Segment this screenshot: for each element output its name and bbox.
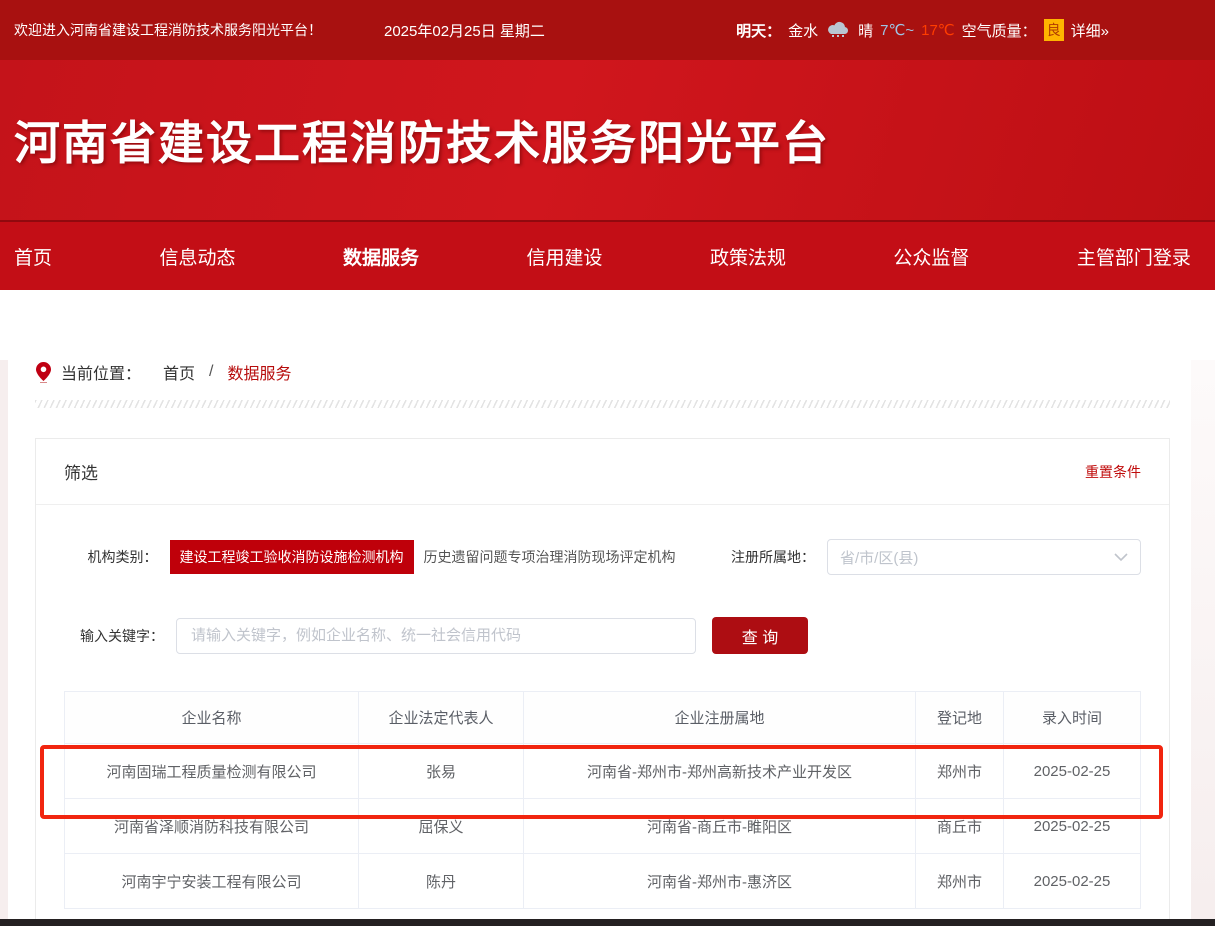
nav-item-2[interactable]: 数据服务 bbox=[343, 243, 419, 270]
weather-widget: 明天： 金水 晴 7℃~ 17℃ 空气质量： 良 详细» bbox=[736, 19, 1109, 41]
nav-item-4[interactable]: 政策法规 bbox=[710, 243, 786, 270]
air-quality-label: 空气质量： bbox=[962, 20, 1037, 41]
nav-item-5[interactable]: 公众监督 bbox=[893, 243, 969, 270]
breadcrumb: 当前位置： 首页 / 数据服务 bbox=[36, 360, 1215, 384]
welcome-text: 欢迎进入河南省建设工程消防技术服务阳光平台！ bbox=[14, 20, 322, 40]
filter-row-keyword: 输入关键字： 查 询 bbox=[64, 617, 1141, 654]
table-col-header: 录入时间 bbox=[1004, 692, 1141, 744]
table-row[interactable]: 河南固瑞工程质量检测有限公司张易河南省-郑州市-郑州高新技术产业开发区郑州市20… bbox=[65, 744, 1141, 799]
main-nav: 首页 信息动态 数据服务 信用建设 政策法规 公众监督 主管部门登录 bbox=[0, 220, 1215, 290]
breadcrumb-home[interactable]: 首页 bbox=[163, 360, 195, 384]
region-label: 注册所属地： bbox=[722, 547, 816, 567]
weather-temp-high: 17℃ bbox=[921, 21, 955, 39]
cloud-icon bbox=[825, 19, 851, 41]
footer-edge-bar bbox=[0, 919, 1215, 926]
filter-title: 筛选 bbox=[64, 459, 98, 484]
table-cell: 屈保义 bbox=[359, 799, 524, 854]
table-cell: 2025-02-25 bbox=[1004, 744, 1141, 799]
weather-detail-link[interactable]: 详细» bbox=[1071, 20, 1109, 41]
nav-item-0[interactable]: 首页 bbox=[14, 243, 52, 270]
category-chip-selected[interactable]: 建设工程竣工验收消防设施检测机构 bbox=[170, 540, 414, 574]
results-table: 企业名称企业法定代表人企业注册属地登记地录入时间 河南固瑞工程质量检测有限公司张… bbox=[64, 691, 1141, 909]
date-text: 2025年02月25日 星期二 bbox=[384, 20, 545, 41]
page-left-edge bbox=[0, 360, 8, 926]
table-cell: 河南固瑞工程质量检测有限公司 bbox=[65, 744, 359, 799]
table-header-row: 企业名称企业法定代表人企业注册属地登记地录入时间 bbox=[65, 692, 1141, 744]
weather-temp-low: 7℃~ bbox=[880, 21, 914, 39]
table-row[interactable]: 河南省泽顺消防科技有限公司屈保义河南省-商丘市-睢阳区商丘市2025-02-25 bbox=[65, 799, 1141, 854]
filter-row-category: 机构类别： 建设工程竣工验收消防设施检测机构 历史遗留问题专项治理消防现场评定机… bbox=[64, 539, 1141, 575]
region-select-placeholder: 省/市/区(县) bbox=[840, 547, 1114, 568]
weather-district: 金水 bbox=[788, 20, 818, 41]
divider-slashes bbox=[35, 400, 1170, 408]
nav-item-3[interactable]: 信用建设 bbox=[526, 243, 602, 270]
table-col-header: 登记地 bbox=[916, 692, 1004, 744]
air-quality-badge: 良 bbox=[1044, 19, 1064, 41]
filter-form: 机构类别： 建设工程竣工验收消防设施检测机构 历史遗留问题专项治理消防现场评定机… bbox=[36, 505, 1169, 654]
table-cell: 郑州市 bbox=[916, 854, 1004, 909]
search-button[interactable]: 查 询 bbox=[712, 617, 808, 654]
table-cell: 河南省-郑州市-郑州高新技术产业开发区 bbox=[524, 744, 916, 799]
reset-filters-link[interactable]: 重置条件 bbox=[1085, 462, 1141, 482]
table-cell: 河南省泽顺消防科技有限公司 bbox=[65, 799, 359, 854]
breadcrumb-current[interactable]: 数据服务 bbox=[227, 360, 291, 384]
table-cell: 商丘市 bbox=[916, 799, 1004, 854]
site-title: 河南省建设工程消防技术服务阳光平台 bbox=[0, 107, 830, 173]
table-cell: 2025-02-25 bbox=[1004, 799, 1141, 854]
table-cell: 张易 bbox=[359, 744, 524, 799]
region-select[interactable]: 省/市/区(县) bbox=[827, 539, 1141, 575]
table-cell: 河南宇宁安装工程有限公司 bbox=[65, 854, 359, 909]
site-banner: 河南省建设工程消防技术服务阳光平台 bbox=[0, 60, 1215, 220]
weather-tomorrow-label: 明天： bbox=[736, 20, 781, 41]
chevron-down-icon bbox=[1114, 553, 1128, 562]
nav-item-1[interactable]: 信息动态 bbox=[159, 243, 235, 270]
table-cell: 2025-02-25 bbox=[1004, 854, 1141, 909]
breadcrumb-label: 当前位置： bbox=[61, 360, 141, 384]
table-col-header: 企业注册属地 bbox=[524, 692, 916, 744]
category-label: 机构类别： bbox=[64, 547, 158, 567]
content-area: 当前位置： 首页 / 数据服务 筛选 重置条件 机构类别： 建设工程竣工验收消防… bbox=[0, 360, 1215, 926]
table-cell: 郑州市 bbox=[916, 744, 1004, 799]
table-cell: 河南省-郑州市-惠济区 bbox=[524, 854, 916, 909]
filter-card-header: 筛选 重置条件 bbox=[36, 439, 1169, 505]
table-row[interactable]: 河南宇宁安装工程有限公司陈丹河南省-郑州市-惠济区郑州市2025-02-25 bbox=[65, 854, 1141, 909]
keyword-input[interactable] bbox=[176, 618, 696, 654]
location-pin-icon bbox=[36, 362, 51, 383]
weather-condition: 晴 bbox=[858, 20, 873, 41]
keyword-label: 输入关键字： bbox=[64, 626, 164, 646]
breadcrumb-separator: / bbox=[209, 363, 213, 381]
filter-card: 筛选 重置条件 机构类别： 建设工程竣工验收消防设施检测机构 历史遗留问题专项治… bbox=[35, 438, 1170, 926]
table-cell: 陈丹 bbox=[359, 854, 524, 909]
table-col-header: 企业名称 bbox=[65, 692, 359, 744]
top-info-bar: 欢迎进入河南省建设工程消防技术服务阳光平台！ 2025年02月25日 星期二 明… bbox=[0, 0, 1215, 60]
table-cell: 河南省-商丘市-睢阳区 bbox=[524, 799, 916, 854]
category-chip-option[interactable]: 历史遗留问题专项治理消防现场评定机构 bbox=[424, 547, 676, 567]
table-col-header: 企业法定代表人 bbox=[359, 692, 524, 744]
page-right-edge bbox=[1191, 360, 1215, 926]
page: 欢迎进入河南省建设工程消防技术服务阳光平台！ 2025年02月25日 星期二 明… bbox=[0, 0, 1215, 926]
nav-item-6[interactable]: 主管部门登录 bbox=[1077, 243, 1191, 270]
